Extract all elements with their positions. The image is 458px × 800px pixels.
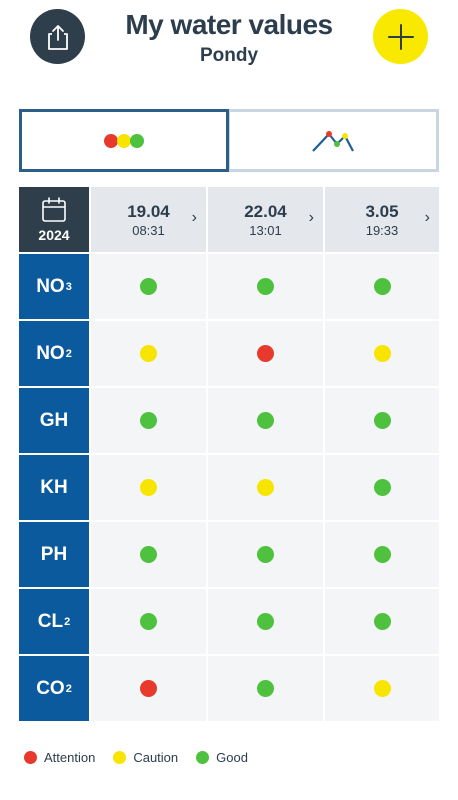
legend-yellow-dot — [113, 751, 127, 764]
value-cell[interactable] — [325, 656, 439, 721]
status-yellow-dot — [373, 345, 391, 362]
value-cell[interactable] — [91, 589, 206, 654]
measurement-time: 19:33 — [365, 222, 399, 238]
status-green-dot — [257, 613, 274, 630]
chevron-right-icon: › — [191, 209, 197, 226]
value-cell[interactable] — [208, 522, 323, 587]
chevron-right-icon: › — [308, 209, 314, 226]
status-yellow-dot — [257, 479, 274, 496]
parameter-name: NO — [36, 275, 65, 297]
status-red-dot — [140, 680, 157, 697]
value-cell[interactable] — [325, 254, 439, 319]
status-green-dot — [257, 546, 274, 563]
measurement-date: 22.04 — [244, 201, 287, 221]
status-yellow-dot — [140, 479, 157, 496]
value-cell[interactable] — [325, 522, 439, 587]
status-yellow-dot — [140, 345, 157, 362]
view-toggle — [19, 109, 439, 172]
add-measurement-button[interactable] — [373, 9, 428, 64]
value-cell[interactable] — [91, 522, 206, 587]
status-green-dot — [373, 479, 391, 496]
water-values-table: 2024 19.04 08:31 › 22.04 13:01 › 3.05 19:33 › NO 3… — [19, 187, 439, 721]
parameter-label[interactable]: GH — [19, 388, 89, 453]
value-cell[interactable] — [91, 455, 206, 520]
traffic-light-icon — [103, 133, 144, 148]
value-cell[interactable] — [208, 254, 323, 319]
status-yellow-dot — [373, 680, 391, 697]
value-cell[interactable] — [325, 321, 439, 386]
value-cell[interactable] — [91, 254, 206, 319]
status-green-dot — [373, 278, 391, 295]
parameter-subscript: 3 — [65, 280, 72, 293]
legend-red-dot — [24, 751, 37, 764]
status-green-dot — [140, 613, 157, 630]
value-cell[interactable] — [325, 455, 439, 520]
status-green-dot — [257, 680, 274, 697]
value-cell[interactable] — [91, 388, 206, 453]
value-cell[interactable] — [91, 321, 206, 386]
legend-item-good: Good — [196, 750, 248, 765]
status-green-dot — [373, 546, 391, 563]
value-cell[interactable] — [91, 656, 206, 721]
legend-label: Good — [216, 750, 248, 765]
parameter-name: PH — [40, 543, 68, 565]
parameter-name: GH — [39, 409, 69, 431]
value-cell[interactable] — [208, 656, 323, 721]
parameter-subscript: 2 — [65, 682, 72, 695]
header: My water values Pondy — [0, 0, 458, 90]
value-cell[interactable] — [208, 321, 323, 386]
measurement-column-header[interactable]: 19.04 08:31 › — [91, 187, 206, 252]
parameter-name: KH — [40, 476, 68, 498]
share-button[interactable] — [30, 9, 85, 64]
parameter-label[interactable]: KH — [19, 455, 89, 520]
measurement-date: 19.04 — [127, 201, 170, 221]
value-cell[interactable] — [325, 589, 439, 654]
year-label: 2024 — [38, 226, 70, 243]
parameter-label[interactable]: CL 2 — [19, 589, 89, 654]
value-cell[interactable] — [208, 589, 323, 654]
parameter-label[interactable]: NO 3 — [19, 254, 89, 319]
measurement-column-header[interactable]: 22.04 13:01 › — [208, 187, 323, 252]
legend-item-attention: Attention — [24, 750, 95, 765]
page-subtitle: Pondy — [199, 45, 259, 66]
share-icon — [47, 24, 68, 50]
chart-view-button[interactable] — [227, 109, 439, 172]
status-green-dot — [373, 613, 391, 630]
measurement-column-header[interactable]: 3.05 19:33 › — [325, 187, 439, 252]
plus-icon — [387, 23, 414, 50]
calendar-icon — [42, 196, 66, 222]
legend-item-caution: Caution — [113, 750, 178, 765]
value-cell[interactable] — [208, 388, 323, 453]
status-green-dot — [373, 412, 391, 429]
legend-label: Attention — [44, 750, 96, 765]
status-green-dot — [140, 412, 157, 429]
parameter-name: CL — [37, 610, 64, 632]
parameter-subscript: 2 — [64, 615, 71, 628]
parameter-label[interactable]: PH — [19, 522, 89, 587]
parameter-label[interactable]: CO 2 — [19, 656, 89, 721]
parameter-name: CO — [36, 677, 65, 699]
year-cell: 2024 — [19, 187, 89, 252]
legend: Attention Caution Good — [24, 750, 266, 765]
parameter-name: NO — [36, 342, 65, 364]
value-cell[interactable] — [208, 455, 323, 520]
status-green-dot — [257, 412, 274, 429]
value-cell[interactable] — [325, 388, 439, 453]
status-green-dot — [140, 278, 157, 295]
legend-label: Caution — [133, 750, 179, 765]
status-green-dot — [257, 278, 274, 295]
line-chart-icon — [312, 130, 354, 152]
parameter-label[interactable]: NO 2 — [19, 321, 89, 386]
page-title: My water values — [125, 9, 333, 40]
measurement-date: 3.05 — [365, 201, 399, 221]
chevron-right-icon: › — [424, 209, 430, 226]
legend-green-dot — [196, 751, 210, 764]
measurement-time: 13:01 — [249, 222, 282, 238]
parameter-subscript: 2 — [65, 347, 72, 360]
status-red-dot — [257, 345, 274, 362]
status-green-dot — [140, 546, 157, 563]
measurement-time: 08:31 — [132, 222, 165, 238]
traffic-light-view-button[interactable] — [19, 109, 229, 172]
